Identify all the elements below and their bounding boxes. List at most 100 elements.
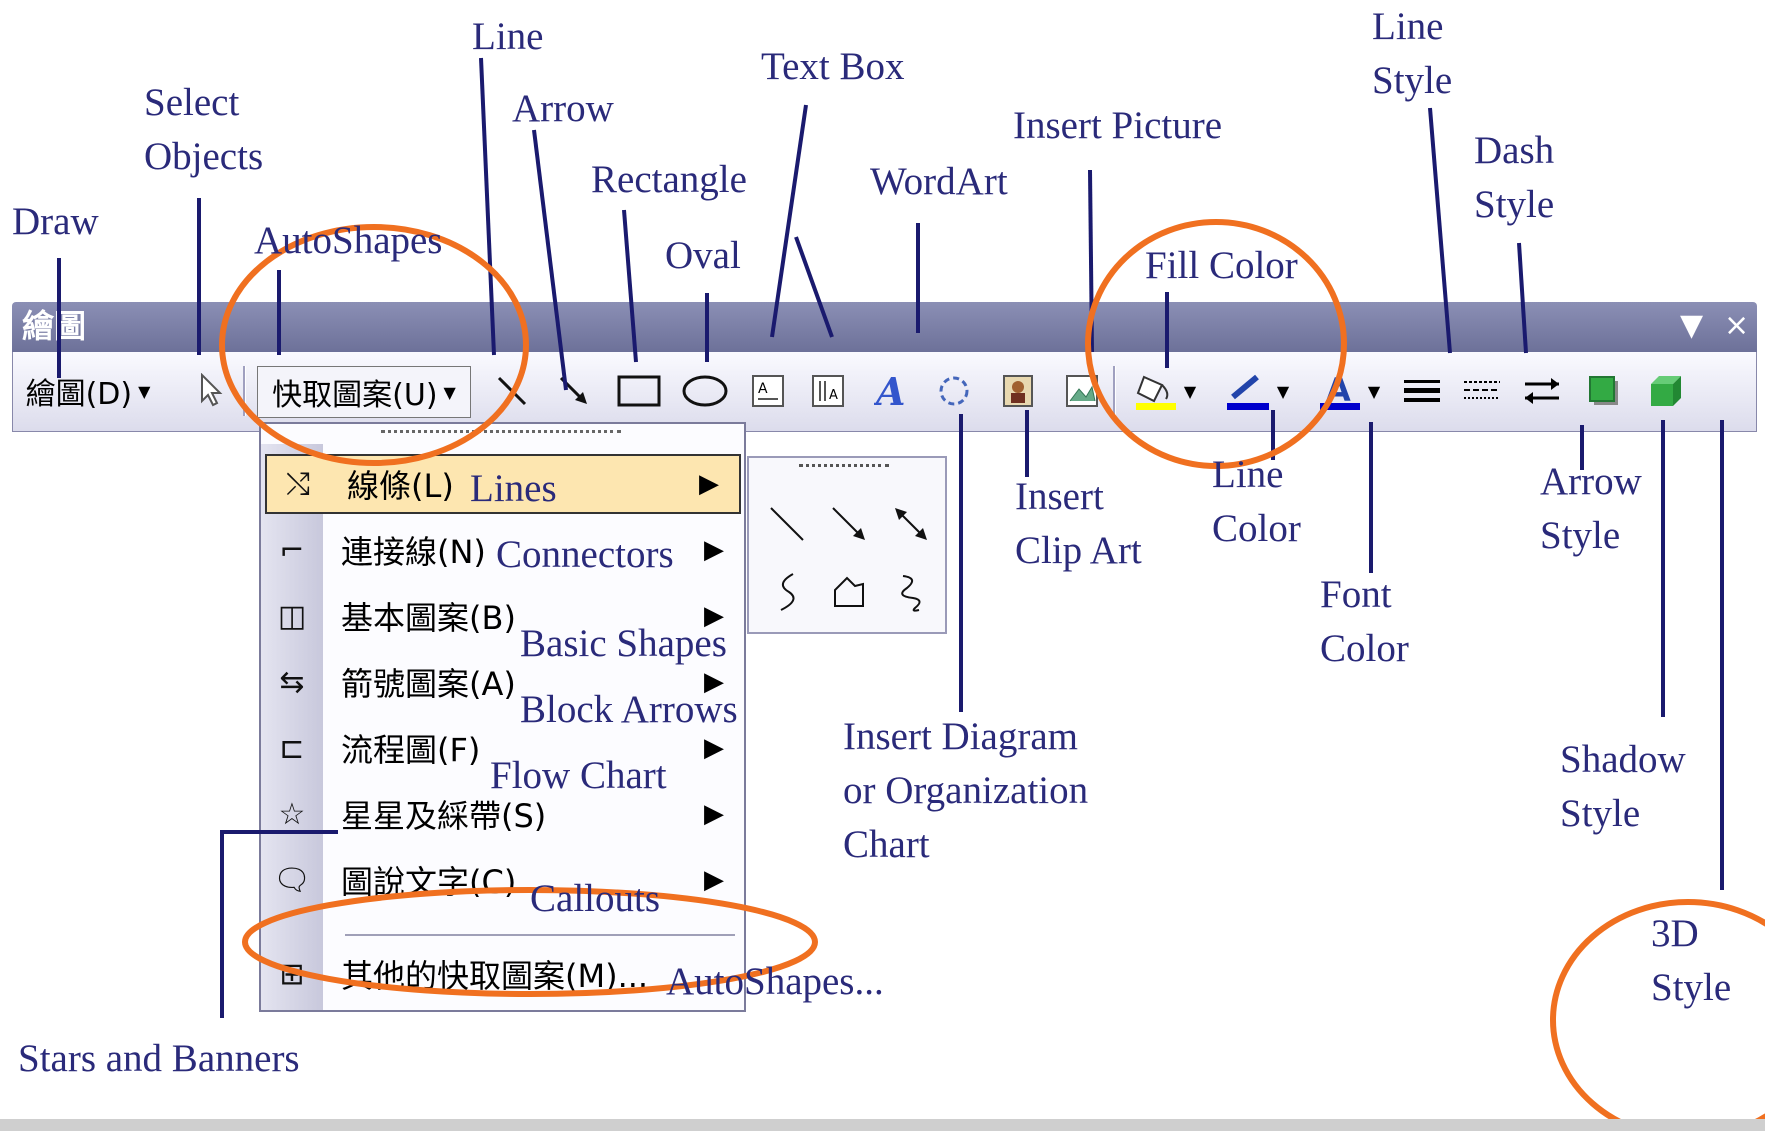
menu-item-label: 其他的快取圖案(M)... — [341, 957, 649, 995]
curve-shape-option[interactable] — [757, 562, 817, 622]
label-3d-style: 3D Style — [1651, 912, 1732, 1009]
menu-item-label: 箭號圖案(A) — [341, 665, 516, 703]
label-lines-en: Lines — [470, 467, 557, 510]
select-objects-button[interactable] — [189, 360, 233, 422]
label-dash-style: Dash Style — [1474, 129, 1555, 226]
drawing-toolbar: 繪圖(D) ▼ 快取圖案(U) ▼ A A A ▼ ▼ A ▼ — [12, 352, 1757, 432]
dash-style-button[interactable] — [1459, 360, 1505, 422]
label-more-autoshapes-en: AutoShapes... — [666, 960, 884, 1003]
arrow-icon — [559, 376, 587, 404]
menu-item-label: 基本圖案(B) — [341, 599, 516, 637]
font-color-button[interactable]: A ▼ — [1309, 360, 1389, 422]
chevron-down-icon: ▼ — [1276, 381, 1290, 401]
arrow-style-button[interactable] — [1519, 360, 1565, 422]
text-box-button[interactable]: A — [745, 360, 791, 422]
draw-menu-label: 繪圖(D) — [25, 377, 133, 412]
block-arrows-icon: ⇆ — [279, 664, 305, 700]
label-callouts-en: Callouts — [530, 877, 661, 920]
insert-diagram-button[interactable] — [931, 360, 977, 422]
line-icon — [770, 507, 804, 541]
line-icon — [497, 376, 527, 406]
line-style-button[interactable] — [1399, 360, 1445, 422]
line-button[interactable] — [489, 360, 535, 422]
oval-button[interactable] — [677, 360, 733, 422]
vertical-text-box-button[interactable]: A — [805, 360, 851, 422]
label-flow-chart-en: Flow Chart — [490, 754, 667, 797]
fill-color-button[interactable]: ▼ — [1125, 360, 1205, 422]
submenu-arrow-icon: ▶ — [704, 535, 724, 565]
dash-style-icon — [1464, 381, 1500, 399]
chevron-down-icon: ▼ — [1367, 381, 1381, 401]
chevron-down-icon: ▼ — [138, 381, 151, 401]
toolbar-title: 繪圖 — [22, 307, 87, 345]
line-color-button[interactable]: ▼ — [1215, 360, 1299, 422]
freeform-icon — [834, 576, 864, 607]
menu-item-label: 線條(L) — [347, 467, 454, 505]
text-box-icon: A — [752, 375, 784, 407]
autoshapes-menu-button[interactable]: 快取圖案(U) ▼ — [257, 366, 471, 418]
lines-icon: ⤭ — [286, 466, 310, 502]
lines-submenu — [747, 456, 947, 634]
menu-item-label: 連接線(N) — [341, 533, 486, 571]
vertical-text-box-icon: A — [812, 375, 844, 407]
submenu-drag-handle[interactable] — [799, 464, 889, 467]
shadow-style-icon — [1589, 376, 1618, 405]
insert-clip-art-button[interactable] — [995, 360, 1041, 422]
arrow-shape-option[interactable] — [819, 494, 879, 554]
rectangle-button[interactable] — [611, 360, 667, 422]
oval-icon — [682, 375, 728, 407]
chevron-down-icon: ▼ — [443, 382, 456, 402]
menu-item-label: 流程圖(F) — [341, 731, 481, 769]
menu-item-label: 圖說文字(C) — [341, 863, 517, 901]
label-line-style: Line Style — [1372, 5, 1453, 102]
label-font-color: Font Color — [1320, 573, 1409, 670]
label-rectangle: Rectangle — [591, 158, 747, 201]
curve-icon — [780, 573, 795, 611]
label-insert-diagram: Insert Diagram or Organization Chart — [843, 715, 1089, 866]
pen-icon — [1226, 374, 1269, 410]
label-stars-and-banners: Stars and Banners — [18, 1037, 300, 1080]
stars-banners-icon: ☆ — [278, 796, 306, 832]
3d-style-button[interactable] — [1643, 360, 1689, 422]
wordart-icon: A — [874, 371, 905, 411]
scribble-icon — [901, 575, 921, 612]
arrow-button[interactable] — [551, 360, 597, 422]
clip-art-icon — [1003, 375, 1033, 407]
paint-bucket-icon — [1135, 375, 1176, 410]
callouts-icon: 🗨 — [272, 862, 312, 898]
toolbar-options-icon[interactable]: ▼ — [1680, 306, 1703, 346]
label-fill-color: Fill Color — [1145, 244, 1298, 287]
label-wordart: WordArt — [870, 160, 1008, 203]
connectors-icon: ⌐ — [279, 532, 305, 568]
label-arrow-style: Arrow Style — [1540, 460, 1642, 557]
line-style-icon — [1404, 380, 1440, 402]
insert-picture-button[interactable] — [1059, 360, 1105, 422]
menu-item-callouts[interactable]: 🗨 圖說文字(C) ▶ — [261, 850, 744, 910]
label-oval: Oval — [665, 234, 741, 277]
freeform-shape-option[interactable] — [819, 562, 879, 622]
submenu-arrow-icon: ▶ — [704, 799, 724, 829]
label-draw: Draw — [12, 200, 99, 243]
cursor-arrow-icon — [201, 373, 223, 407]
label-insert-clip-art: Insert Clip Art — [1015, 475, 1142, 572]
submenu-arrow-icon: ▶ — [704, 733, 724, 763]
line-shape-option[interactable] — [757, 494, 817, 554]
label-connectors-en: Connectors — [496, 533, 674, 576]
more-autoshapes-icon: ⊞ — [279, 956, 305, 992]
diagram-icon — [939, 376, 969, 406]
draw-menu-button[interactable]: 繪圖(D) ▼ — [23, 360, 153, 422]
arrow-style-icon — [1525, 378, 1559, 404]
toolbar-separator — [243, 366, 246, 416]
scribble-shape-option[interactable] — [881, 562, 941, 622]
shadow-style-button[interactable] — [1581, 360, 1627, 422]
toolbar-title-bar: 繪圖 ▼ × — [12, 302, 1757, 352]
menu-drag-handle[interactable] — [381, 430, 621, 439]
label-line-color: Line Color — [1212, 453, 1301, 550]
double-arrow-shape-option[interactable] — [881, 494, 941, 554]
arrow-icon — [832, 507, 865, 540]
label-text-box: Text Box — [761, 45, 905, 88]
wordart-button[interactable]: A — [869, 360, 915, 422]
close-icon[interactable]: × — [1724, 306, 1749, 346]
rectangle-icon — [617, 375, 661, 407]
toolbar-separator — [1113, 366, 1116, 416]
